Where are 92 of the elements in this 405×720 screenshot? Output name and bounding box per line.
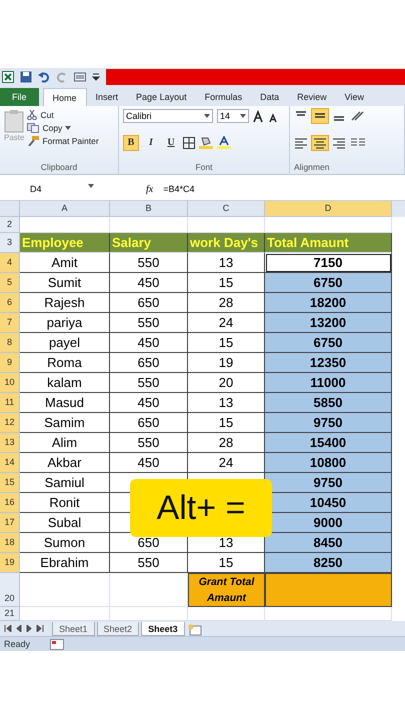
header-cell: Employee: [20, 233, 110, 253]
format-painter-button[interactable]: Format Painter: [27, 135, 99, 147]
row-header[interactable]: 3: [0, 233, 20, 253]
file-tab[interactable]: File: [0, 88, 39, 106]
table-cell: 10800: [265, 453, 392, 473]
indent-icon[interactable]: [350, 136, 366, 148]
align-left-icon[interactable]: [294, 136, 308, 148]
copy-button[interactable]: Copy: [27, 122, 62, 134]
undo-icon[interactable]: [38, 71, 50, 83]
row-header[interactable]: 20: [0, 573, 20, 607]
table-cell: 11000: [265, 373, 392, 393]
grand-total-label: Grant Total Amaunt: [188, 573, 265, 607]
align-middle-icon[interactable]: [312, 109, 328, 123]
insert-sheet-icon[interactable]: [186, 624, 203, 636]
table-cell: 18200: [265, 293, 392, 313]
sheet-nav-icon[interactable]: [4, 625, 44, 632]
align-center-icon[interactable]: [312, 136, 328, 150]
column-header[interactable]: D: [265, 201, 392, 217]
row-header[interactable]: 8: [0, 333, 20, 353]
row-header[interactable]: 10: [0, 373, 20, 393]
font-name-field[interactable]: Calibri: [123, 109, 213, 123]
ribbon-tab[interactable]: Insert: [86, 88, 128, 106]
bold-button[interactable]: B: [123, 134, 139, 150]
ribbon-tab[interactable]: Page Layout: [127, 88, 196, 106]
table-cell: 9750: [265, 473, 392, 493]
orientation-icon[interactable]: [350, 110, 366, 122]
sheet-tab[interactable]: Sheet3: [141, 622, 185, 636]
italic-button[interactable]: I: [143, 134, 159, 150]
font-size-field[interactable]: 14: [217, 109, 249, 123]
group-label: Clipboard: [40, 162, 78, 172]
grow-font-icon[interactable]: [253, 110, 265, 122]
customize-icon[interactable]: [92, 71, 100, 83]
header-cell: work Day's: [188, 233, 265, 253]
copy-icon: [27, 123, 40, 133]
save-icon[interactable]: [20, 71, 32, 83]
sheet-tab[interactable]: Sheet2: [96, 622, 140, 636]
excel-icon[interactable]: [2, 71, 14, 83]
row-header[interactable]: 21: [0, 607, 20, 621]
row-header[interactable]: 9: [0, 353, 20, 373]
row-header[interactable]: 13: [0, 433, 20, 453]
align-right-icon[interactable]: [332, 136, 346, 148]
underline-button[interactable]: U: [163, 134, 179, 150]
ribbon-tab[interactable]: Home: [42, 88, 87, 106]
formula-field[interactable]: =B4*C4: [159, 184, 405, 194]
caret-icon[interactable]: [88, 184, 94, 188]
row-header[interactable]: 6: [0, 293, 20, 313]
table-cell: 8250: [265, 553, 392, 573]
table-cell: 5850: [265, 393, 392, 413]
row-header[interactable]: 16: [0, 493, 20, 513]
header-cell: Total Amaunt: [265, 233, 392, 253]
ribbon-tab[interactable]: Formulas: [196, 88, 252, 106]
row-header[interactable]: 12: [0, 413, 20, 433]
name-box[interactable]: D4: [0, 184, 100, 194]
sheet-tab[interactable]: Sheet1: [52, 622, 95, 636]
table-cell: 9750: [265, 413, 392, 433]
ribbon-tab[interactable]: Review: [288, 88, 336, 106]
table-cell: 15400: [265, 433, 392, 453]
row-header[interactable]: 14: [0, 453, 20, 473]
table-cell: 12350: [265, 353, 392, 373]
brush-icon: [27, 136, 40, 146]
row-header[interactable]: 15: [0, 473, 20, 493]
row-header[interactable]: 7: [0, 313, 20, 333]
row-header[interactable]: 11: [0, 393, 20, 413]
font-color-icon[interactable]: [217, 136, 231, 149]
ribbon-tab[interactable]: Data: [251, 88, 288, 106]
header-cell: Salary: [110, 233, 188, 253]
table-cell: 6750: [265, 333, 392, 353]
insert-function-button[interactable]: fx: [146, 184, 154, 194]
group-label: Font: [194, 162, 214, 172]
row-header[interactable]: 18: [0, 533, 20, 553]
table-cell: 13200: [265, 313, 392, 333]
fill-color-icon[interactable]: [199, 136, 213, 149]
form-icon[interactable]: [74, 71, 86, 83]
row-header[interactable]: 5: [0, 273, 20, 293]
table-cell: 8450: [265, 533, 392, 553]
group-label: Alignmen: [294, 162, 330, 172]
macro-icon[interactable]: [50, 638, 64, 650]
row-header[interactable]: 4: [0, 253, 20, 273]
status-text: Ready: [4, 639, 30, 649]
row-header[interactable]: 19: [0, 553, 20, 573]
cut-button[interactable]: Cut: [27, 109, 99, 121]
scissors-icon: [27, 110, 38, 120]
table-cell: 7150: [265, 253, 392, 273]
row-header[interactable]: 2: [0, 217, 20, 233]
caret-icon[interactable]: [204, 114, 210, 118]
borders-icon[interactable]: [183, 136, 195, 148]
shortcut-caption: Alt+ =: [130, 479, 272, 537]
ribbon-tab[interactable]: View: [336, 88, 373, 106]
caret-icon[interactable]: [65, 126, 72, 130]
caret-icon[interactable]: [240, 114, 246, 118]
table-cell: 6750: [265, 273, 392, 293]
row-header[interactable]: 17: [0, 513, 20, 533]
